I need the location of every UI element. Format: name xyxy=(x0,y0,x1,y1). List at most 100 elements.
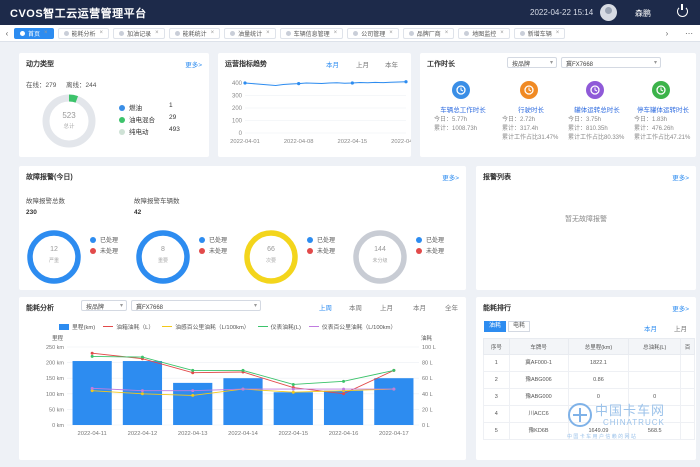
fault-unhandled-label: 未处理 xyxy=(317,249,336,255)
rank-cell xyxy=(628,354,682,372)
tab-1[interactable]: 能耗分析 × xyxy=(57,27,110,39)
rank-col-header[interactable]: 总里程(km) xyxy=(567,338,630,355)
energy-chart: 里程 油耗 250 km 100 L 200 km 80 L 150 km 60 L 100 k… xyxy=(46,334,436,437)
avatar[interactable] xyxy=(600,4,617,21)
energy-left-ytick: 150 km xyxy=(46,376,64,382)
energy-left-ytick: 200 km xyxy=(46,361,64,367)
energy-left-ytick: 250 km xyxy=(46,345,64,351)
energy-brand-select[interactable]: 按品牌 xyxy=(81,300,127,311)
energy-legend-item[interactable]: 里程(km) xyxy=(59,322,95,331)
power-more-link[interactable]: 更多> xyxy=(185,59,202,69)
fault-legend-unhandled: 未处理 xyxy=(199,246,227,255)
tab-close-icon[interactable]: × xyxy=(155,30,159,36)
fault-more-link[interactable]: 更多> xyxy=(442,172,459,182)
energy-xtick: 2022-04-13 xyxy=(178,431,208,437)
tab-dot-icon xyxy=(119,30,125,36)
energy-legend-item[interactable]: 油箱油耗（L） xyxy=(103,322,154,331)
rank-cell: 1822.1 xyxy=(567,354,630,372)
energy-period-4[interactable]: 全年 xyxy=(445,302,458,312)
tab-3[interactable]: 能耗统计 × xyxy=(168,27,221,39)
tab-close-icon[interactable]: × xyxy=(44,30,48,36)
ops-period-this-month[interactable]: 本月 xyxy=(326,59,339,69)
worktime-detail-line: 累计工作占比31.47% xyxy=(502,135,559,141)
tab-dot-icon xyxy=(285,30,291,36)
table-row[interactable]: 2 豫ABG006 0.86 xyxy=(483,371,695,389)
fault-handled-label: 已处理 xyxy=(426,238,445,244)
legend-dot-icon xyxy=(90,248,96,255)
energy-legend-label: 里程(km) xyxy=(72,325,96,331)
user-name[interactable]: 森鹏 xyxy=(635,8,651,19)
rank-tab-electric[interactable]: 电耗 xyxy=(508,321,530,332)
ops-line xyxy=(244,81,407,87)
worktime-detail-line: 累计：476.26h xyxy=(634,126,674,132)
energy-series-point xyxy=(90,354,94,358)
rank-col-header[interactable]: 百 xyxy=(680,338,695,355)
tabs-scroll-left-icon[interactable]: ‹ xyxy=(0,29,14,38)
energy-period-2[interactable]: 上月 xyxy=(380,302,393,312)
datetime: 2022-04-22 15:14 xyxy=(530,8,594,17)
rank-period-last-month[interactable]: 上月 xyxy=(674,323,687,333)
rank-table-header: 序号 车牌号 总里程(km) 总油耗(L) 百 xyxy=(483,338,695,355)
energy-right-ytick: 80 L xyxy=(422,361,433,367)
tab-label: 能耗分析 xyxy=(71,31,96,38)
rank-col-header[interactable]: 总油耗(L) xyxy=(628,338,682,355)
energy-right-ytick: 0 L xyxy=(422,423,430,429)
energy-period-3[interactable]: 本月 xyxy=(413,302,426,312)
energy-xtick: 2022-04-15 xyxy=(278,431,308,437)
tab-close-icon[interactable]: × xyxy=(211,30,215,36)
worktime-brand-select[interactable]: 按品牌 xyxy=(507,57,557,68)
tab-close-icon[interactable]: × xyxy=(556,30,560,36)
energy-legend-item[interactable]: 油感百公里油耗（L/100km） xyxy=(162,322,250,331)
power-legend-item: 油电混合 29 xyxy=(119,114,199,126)
tab-6[interactable]: 公司管理 × xyxy=(347,27,399,39)
tab-close-icon[interactable]: × xyxy=(100,30,104,36)
power-icon[interactable] xyxy=(677,4,688,17)
alarm-empty-text: 暂无故障报警 xyxy=(565,216,607,223)
energy-period-0[interactable]: 上周 xyxy=(319,302,332,312)
tab-2[interactable]: 加油记录 × xyxy=(113,27,165,39)
table-row[interactable]: 1 冀AF000-1 1822.1 xyxy=(483,354,695,372)
power-legend: 燃油 1 油电混合 29 纯电动 493 xyxy=(119,102,199,138)
rank-cell: 5 xyxy=(483,422,510,440)
rank-col-header[interactable]: 车牌号 xyxy=(508,338,569,355)
energy-plate-select[interactable]: 冀FX7668 xyxy=(131,300,261,311)
ops-period-last-month[interactable]: 上月 xyxy=(356,59,369,69)
tab-4[interactable]: 油量统计 × xyxy=(224,27,276,39)
energy-legend-item[interactable]: 仪表百公里油耗（L/100km） xyxy=(308,322,396,331)
rank-period-this-month[interactable]: 本月 xyxy=(644,323,657,333)
fault-total-value: 230 xyxy=(26,209,37,216)
tab-8[interactable]: 地图监控 × xyxy=(458,27,510,39)
alarm-more-link[interactable]: 更多> xyxy=(672,172,689,182)
rank-tab-fuel[interactable]: 油耗 xyxy=(484,321,506,332)
rank-col-header[interactable]: 序号 xyxy=(483,338,510,355)
ops-period-this-year[interactable]: 本年 xyxy=(385,59,398,69)
tab-5[interactable]: 车辆信息管理 × xyxy=(279,27,344,39)
tab-7[interactable]: 品牌厂商 × xyxy=(402,27,455,39)
energy-period-1[interactable]: 本周 xyxy=(349,302,362,312)
legend-dot-icon xyxy=(199,248,205,255)
rank-cell: 3 xyxy=(483,388,510,406)
legend-dot-icon xyxy=(416,237,422,244)
worktime-label: 罐体运转总时长 xyxy=(574,107,620,114)
energy-legend-item[interactable]: 仪表油耗(L) xyxy=(257,322,301,331)
worktime-plate-select[interactable]: 冀FX7668 xyxy=(561,57,661,68)
tab-close-icon[interactable]: × xyxy=(500,30,504,36)
worktime-label: 车辆总工作时长 xyxy=(440,107,486,114)
energy-series-point xyxy=(90,386,94,390)
fault-ring-label: 严重 xyxy=(48,258,59,264)
tab-close-icon[interactable]: × xyxy=(445,30,449,36)
tab-close-icon[interactable]: × xyxy=(334,30,338,36)
energy-xtick: 2022-04-16 xyxy=(329,431,359,437)
tabs-scroll-right-icon[interactable]: › xyxy=(660,29,674,38)
power-type-panel: 动力类型 更多> 在线：279 离线：244 523 总计 燃油 1 油电混合 29 纯… xyxy=(19,53,209,157)
tab-9[interactable]: 新增车辆 × xyxy=(513,27,566,39)
tab-bar: ‹ 首页 × 能耗分析 × 加油记录 × 能耗统计 × 油量统计 × 车辆信息管理 × 公司管理 × 品牌厂… xyxy=(0,25,700,42)
rank-more-link[interactable]: 更多> xyxy=(672,303,689,313)
tabs-menu-icon[interactable]: ⋯ xyxy=(682,29,696,38)
worktime-detail-line: 累计：810.35h xyxy=(568,126,608,132)
tab-close-icon[interactable]: × xyxy=(266,30,270,36)
tab-label: 能耗统计 xyxy=(182,31,207,38)
energy-legend-label: 油箱油耗（L） xyxy=(116,325,155,331)
tab-close-icon[interactable]: × xyxy=(389,30,393,36)
tab-0[interactable]: 首页 × xyxy=(14,27,54,39)
